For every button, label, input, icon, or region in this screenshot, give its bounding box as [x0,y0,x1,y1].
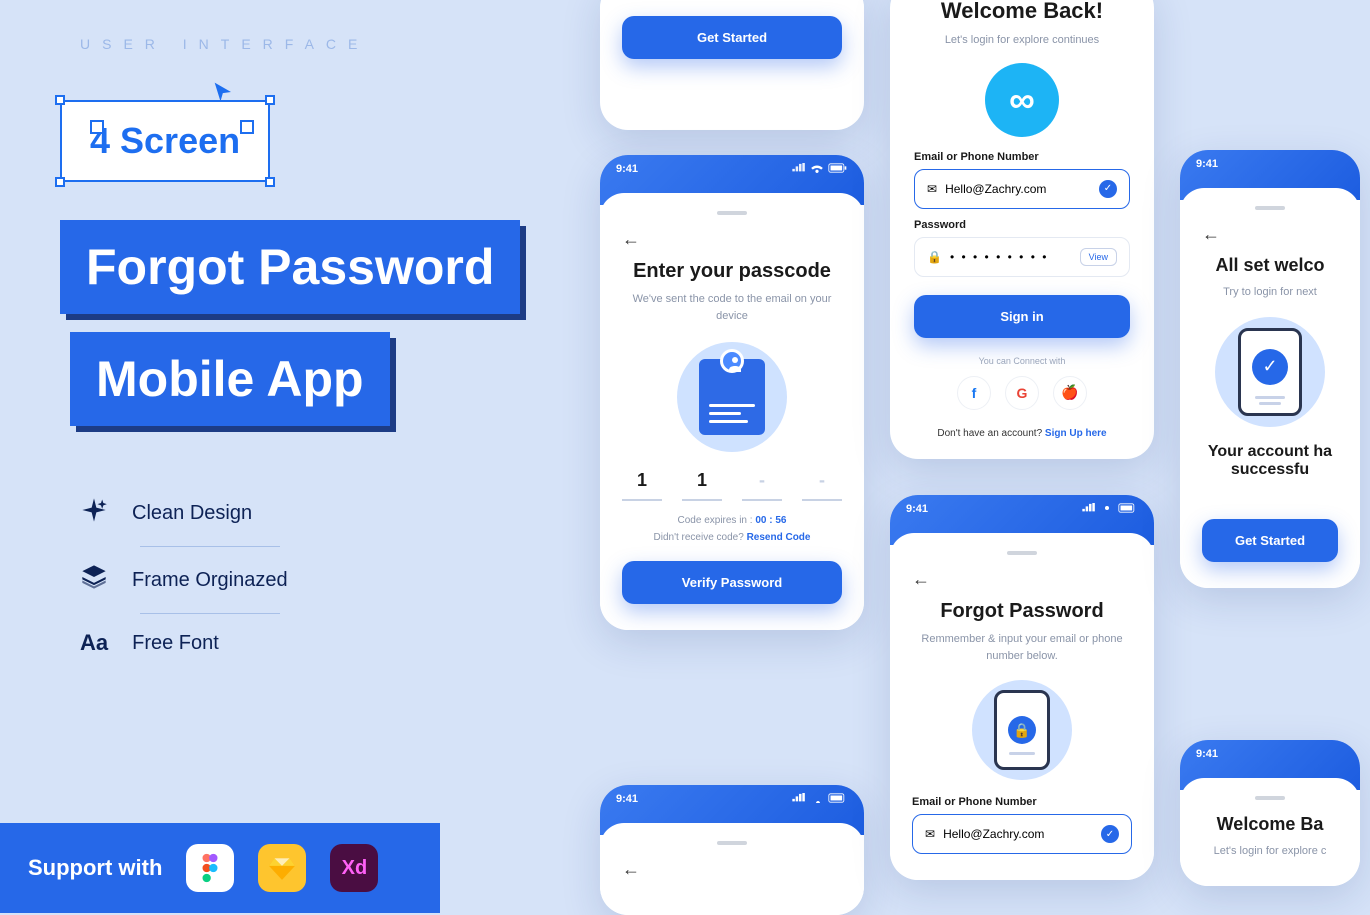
view-toggle[interactable]: View [1080,248,1117,266]
success-heading2: successfu [1202,461,1338,479]
forgot-subtitle: Remmember & input your email or phone nu… [912,631,1132,664]
feature-clean-design: Clean Design [80,480,288,546]
back-icon[interactable]: ← [1202,224,1338,245]
verify-button[interactable]: Verify Password [622,561,842,604]
pin-digit[interactable]: - [802,470,842,501]
passcode-illustration [677,342,787,452]
check-icon: ✓ [1252,349,1288,385]
email-input[interactable]: ✉ Hello@Zachry.com ✓ [912,814,1132,854]
passcode-subtitle: We've sent the code to the email on your… [622,291,842,324]
login-title: Welcome Back! [914,0,1130,24]
signup-text: Don't have an account? Sign Up here [914,428,1130,439]
back-icon[interactable]: ← [622,859,842,880]
success-heading: Your account ha [1202,443,1338,461]
back-icon[interactable]: ← [912,569,1132,590]
time-label: 9:41 [616,793,638,805]
time-label: 9:41 [906,503,928,515]
expire-text: Code expires in : 00 : 56 [622,515,842,526]
facebook-icon[interactable]: f [957,376,991,410]
email-value: Hello@Zachry.com [945,182,1046,196]
check-icon: ✓ [1099,180,1117,198]
resend-text: Didn't receive code? Resend Code [622,532,842,543]
lock-icon: 🔒 [927,250,942,264]
password-value: • • • • • • • • • [950,250,1048,264]
back-icon[interactable]: ← [622,229,842,250]
success-illustration: ✓ [1215,317,1325,427]
pin-digit[interactable]: - [742,470,782,501]
forgot-illustration: 🔒 [972,680,1072,780]
feature-free-font: Aa Free Font [80,614,288,672]
feature-label: Free Font [132,632,219,655]
welcome-subtitle: Let's login for explore c [1202,843,1338,860]
email-label: Email or Phone Number [914,151,1130,163]
welcome-title: Welcome Ba [1202,814,1338,835]
signin-button[interactable]: Sign in [914,295,1130,338]
phone-passcode-partial: 9:41 ← [600,785,864,915]
mail-icon: ✉ [927,182,937,196]
title-forgot-password: Forgot Password [60,220,520,314]
time-label: 9:41 [616,163,638,175]
password-label: Password [914,219,1130,231]
title-mobile-app: Mobile App [70,332,390,426]
four-screen-text: 4 Screen [90,120,240,161]
apple-icon[interactable]: 🍎 [1053,376,1087,410]
password-input[interactable]: 🔒 • • • • • • • • • View [914,237,1130,277]
layers-icon [80,563,108,597]
passcode-title: Enter your passcode [622,260,842,283]
time-label: 9:41 [1196,158,1218,170]
phone-welcome-partial: 9:41 Welcome Ba Let's login for explore … [1180,740,1360,886]
email-input[interactable]: ✉ Hello@Zachry.com ✓ [914,169,1130,209]
sketch-icon [258,844,306,892]
time-label: 9:41 [1196,748,1218,760]
check-icon: ✓ [1101,825,1119,843]
xd-icon: Xd [330,844,378,892]
forgot-title: Forgot Password [912,600,1132,623]
connect-label: You can Connect with [914,356,1130,366]
success-title: All set welco [1202,255,1338,276]
pin-digit[interactable]: 1 [622,470,662,501]
phone-forgot: 9:41 ← Forgot Password Remmember & input… [890,495,1154,880]
get-started-button[interactable]: Get Started [1202,519,1338,562]
figma-icon [186,844,234,892]
google-icon[interactable]: G [1005,376,1039,410]
lock-icon: 🔒 [1008,716,1036,744]
feature-label: Frame Orginazed [132,569,288,592]
email-value: Hello@Zachry.com [943,827,1044,841]
support-bar: Support with Xd [0,823,440,913]
status-icons [1082,503,1138,515]
feature-label: Clean Design [132,502,252,525]
infinity-icon: ∞ [1009,79,1035,121]
ui-interface-label: USER INTERFACE [80,36,369,52]
success-subtitle: Try to login for next [1202,284,1338,301]
feature-frame-organized: Frame Orginazed [80,547,288,613]
four-screen-badge: 4 Screen [60,100,270,182]
status-icons [792,793,848,805]
phone-intro-partial: Get Started [600,0,864,130]
app-logo: ∞ [985,63,1059,137]
phone-success-partial: 9:41 ← All set welco Try to login for ne… [1180,150,1360,588]
get-started-button[interactable]: Get Started [622,16,842,59]
pin-input-row[interactable]: 1 1 - - [622,470,842,501]
phone-login: Welcome Back! Let's login for explore co… [890,0,1154,459]
signup-link[interactable]: Sign Up here [1045,428,1107,439]
email-label: Email or Phone Number [912,796,1132,808]
resend-link[interactable]: Resend Code [747,532,811,543]
phone-passcode: 9:41 ← Enter your passcode We've sent th… [600,155,864,630]
status-icons [792,163,848,175]
mail-icon: ✉ [925,827,935,841]
login-subtitle: Let's login for explore continues [914,32,1130,49]
support-label: Support with [28,855,162,881]
four-screen-badge-wrap: 4 Screen [60,100,270,182]
font-icon: Aa [80,630,108,656]
sparkle-icon [80,496,108,530]
pin-digit[interactable]: 1 [682,470,722,501]
